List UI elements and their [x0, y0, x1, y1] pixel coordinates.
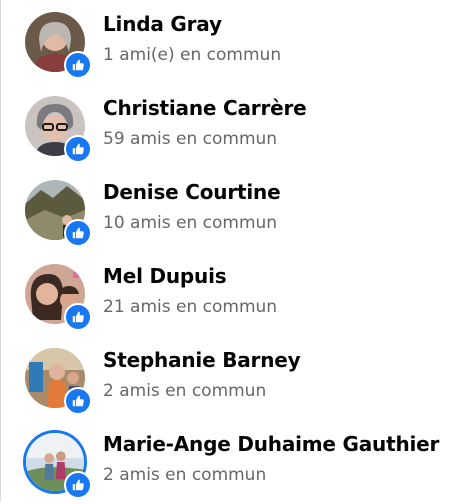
thumbs-up-icon — [72, 311, 84, 323]
friend-row[interactable]: Linda Gray 1 ami(e) en commun — [0, 0, 469, 84]
thumbs-up-icon — [72, 227, 84, 239]
like-badge — [64, 51, 92, 79]
friend-row[interactable]: Denise Courtine 10 amis en commun — [0, 168, 469, 252]
avatar-container[interactable] — [25, 180, 92, 247]
mutual-friends-count[interactable]: 2 amis en commun — [103, 381, 266, 401]
mutual-friends-count[interactable]: 59 amis en commun — [103, 129, 277, 149]
avatar-container[interactable] — [25, 432, 92, 499]
friend-name[interactable]: Mel Dupuis — [103, 264, 227, 288]
thumbs-up-icon — [72, 479, 84, 491]
avatar-container[interactable] — [25, 348, 92, 415]
mutual-friends-count[interactable]: 21 amis en commun — [103, 297, 277, 317]
friend-name[interactable]: Stephanie Barney — [103, 348, 301, 372]
friend-name[interactable]: Denise Courtine — [103, 180, 281, 204]
like-badge — [64, 471, 92, 499]
mutual-friends-count[interactable]: 10 amis en commun — [103, 213, 277, 233]
friend-row[interactable]: Marie-Ange Duhaime Gauthier 2 amis en co… — [0, 420, 469, 504]
friend-row[interactable]: Christiane Carrère 59 amis en commun — [0, 84, 469, 168]
like-badge — [64, 303, 92, 331]
friend-name[interactable]: Marie-Ange Duhaime Gauthier — [103, 432, 439, 456]
friend-list: Linda Gray 1 ami(e) en commun Christiane… — [0, 0, 469, 501]
mutual-friends-count[interactable]: 1 ami(e) en commun — [103, 45, 281, 65]
friend-row[interactable]: Stephanie Barney 2 amis en commun — [0, 336, 469, 420]
thumbs-up-icon — [72, 143, 84, 155]
friend-row[interactable]: Mel Dupuis 21 amis en commun — [0, 252, 469, 336]
avatar-container[interactable] — [25, 264, 92, 331]
avatar-container[interactable] — [25, 12, 92, 79]
like-badge — [64, 135, 92, 163]
mutual-friends-count[interactable]: 2 amis en commun — [103, 465, 266, 485]
avatar-container[interactable] — [25, 96, 92, 163]
friend-name[interactable]: Linda Gray — [103, 12, 222, 36]
thumbs-up-icon — [72, 59, 84, 71]
thumbs-up-icon — [72, 395, 84, 407]
like-badge — [64, 387, 92, 415]
friend-name[interactable]: Christiane Carrère — [103, 96, 307, 120]
like-badge — [64, 219, 92, 247]
